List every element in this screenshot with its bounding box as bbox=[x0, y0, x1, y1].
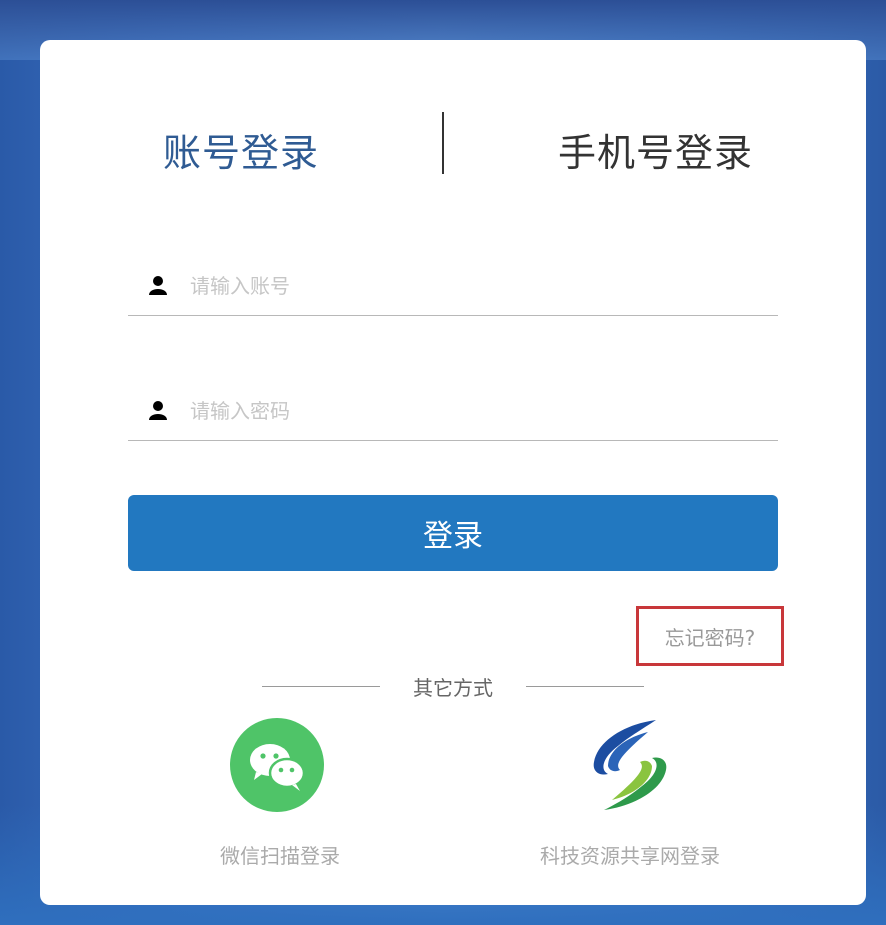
resource-share-login-button[interactable] bbox=[578, 714, 682, 818]
wechat-icon bbox=[250, 744, 306, 791]
account-field bbox=[128, 255, 778, 316]
wechat-login-label[interactable]: 微信扫描登录 bbox=[195, 840, 365, 869]
login-tabs: 账号登录 手机号登录 bbox=[40, 40, 866, 240]
resource-share-logo-icon bbox=[593, 720, 667, 810]
login-button[interactable]: 登录 bbox=[128, 495, 778, 571]
wechat-login-button[interactable] bbox=[230, 718, 324, 812]
tab-account-login[interactable]: 账号登录 bbox=[163, 122, 319, 177]
tab-phone-login[interactable]: 手机号登录 bbox=[558, 122, 753, 177]
resource-share-login-label[interactable]: 科技资源共享网登录 bbox=[510, 840, 750, 869]
tab-divider bbox=[442, 112, 444, 174]
forgot-password-label: 忘记密码? bbox=[664, 625, 756, 650]
password-field bbox=[128, 380, 778, 441]
other-methods-divider: 其它方式 bbox=[262, 672, 644, 702]
account-input[interactable] bbox=[188, 265, 752, 307]
forgot-password-link[interactable]: 忘记密码? bbox=[636, 606, 784, 666]
divider-line-right bbox=[526, 686, 644, 687]
user-icon bbox=[148, 400, 168, 420]
login-card: 账号登录 手机号登录 登录 忘记密码? 其它方式 bbox=[40, 40, 866, 905]
user-icon bbox=[148, 275, 168, 295]
password-input[interactable] bbox=[188, 390, 752, 432]
